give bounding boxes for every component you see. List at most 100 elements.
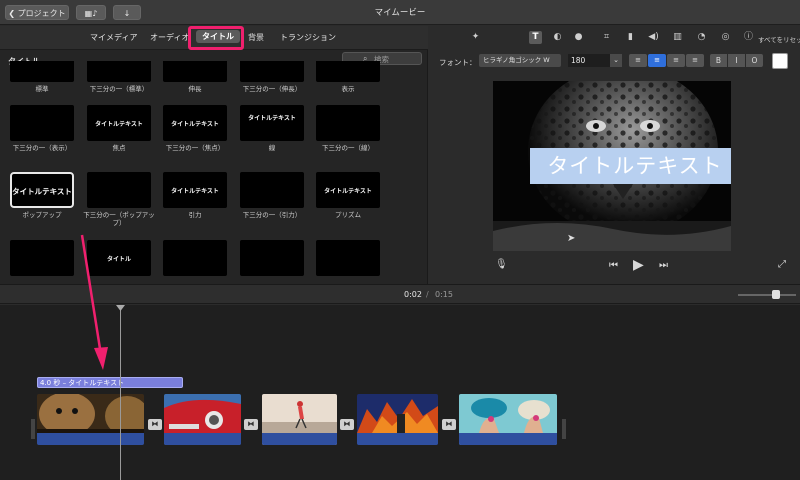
title-text-selection[interactable]: タイトルテキスト [530, 148, 731, 184]
play-icon[interactable]: ▶ [633, 257, 644, 273]
title-template-label: 引力 [188, 211, 202, 219]
title-template-thumbnail[interactable]: タイトルテキスト [163, 105, 227, 141]
font-dropdown[interactable]: ヒラギノ角ゴシック W [479, 54, 561, 67]
clip-audio-bar [459, 433, 557, 445]
skip-back-icon[interactable]: ⏮ [609, 260, 618, 271]
title-template-label: 下三分の一（ポップアップ） [83, 211, 155, 227]
title-template-thumbnail[interactable] [10, 61, 74, 82]
zoom-slider-track[interactable] [738, 294, 796, 296]
title-template-label: 下三分の一（焦点） [165, 144, 225, 152]
clip-audio-bar [37, 433, 144, 445]
title-template-thumbnail[interactable] [163, 240, 227, 276]
font-label: フォント： [439, 58, 477, 67]
top-toolbar: ❮ プロジェクト ▦♪ ↓ マイムービー [0, 0, 800, 25]
text-color-swatch[interactable] [772, 53, 788, 69]
adjustment-toolbar: ✦ T ◐ ● ⌗ ▮ ◀) ▥ ◔ ◎ ⓘ すべてをリセット [429, 26, 800, 50]
font-size-stepper[interactable]: ⌄ [610, 54, 622, 67]
timeline[interactable]: 4.0 秒 – タイトルテキスト ⧓ ⧓ ⧓ ⧓ [0, 305, 800, 480]
title-template-thumbnail[interactable]: タイトルテキスト [10, 172, 74, 208]
tab-backgrounds[interactable]: 背景 [248, 32, 264, 43]
viewer-pane: ✦ T ◐ ● ⌗ ▮ ◀) ▥ ◔ ◎ ⓘ すべてをリセット フォント： ヒラ… [429, 26, 800, 284]
title-template-label: 下三分の一（線） [322, 144, 374, 152]
transition-icon[interactable]: ⧓ [340, 419, 354, 430]
title-template-thumbnail[interactable] [10, 105, 74, 141]
thumbnail-title-text: タイトルテキスト [171, 188, 219, 195]
volume-icon[interactable]: ◀) [647, 31, 660, 44]
transition-icon[interactable]: ⧓ [244, 419, 258, 430]
video-clip-red-car[interactable] [164, 394, 241, 445]
speed-icon[interactable]: ◔ [695, 31, 708, 44]
filter-icon[interactable]: ◎ [719, 31, 732, 44]
outline-button[interactable]: O [746, 54, 763, 67]
zoom-slider-knob[interactable] [772, 290, 780, 299]
stabilization-icon[interactable]: ▮ [624, 31, 637, 44]
title-template-thumbnail[interactable]: タイトル [87, 240, 151, 276]
font-size-field[interactable]: 180 [568, 54, 610, 67]
title-template-thumbnail[interactable] [316, 105, 380, 141]
title-template-thumbnail[interactable] [316, 240, 380, 276]
total-duration: 0:15 [435, 290, 453, 299]
video-clip-hands-paint[interactable] [459, 394, 557, 445]
title-template-label: ポップアップ [22, 211, 62, 219]
tab-audio[interactable]: オーディオ [150, 32, 189, 43]
skip-forward-icon[interactable]: ⏭ [659, 260, 668, 271]
media-tabs-bar: マイメディア オーディオ タイトル 背景 トランジション [0, 26, 428, 50]
title-template-label: 焦点 [112, 144, 126, 152]
color-balance-icon[interactable]: ◐ [551, 31, 564, 44]
title-template-thumbnail[interactable] [316, 61, 380, 82]
title-template-thumbnail[interactable] [87, 172, 151, 208]
video-clip-jaguar[interactable] [37, 394, 144, 445]
align-left-button[interactable]: ≡ [629, 54, 647, 67]
align-center-button[interactable]: ≡ [648, 54, 666, 67]
fullscreen-icon[interactable]: ⤢ [778, 259, 786, 270]
title-template-thumbnail[interactable] [240, 61, 304, 82]
title-clip-label: 4.0 秒 – タイトルテキスト [40, 379, 125, 387]
thumbnail-title-text: タイトル [106, 256, 131, 263]
title-template-label: 下三分の一（伸長） [242, 85, 302, 93]
title-clip[interactable]: 4.0 秒 – タイトルテキスト [37, 377, 183, 388]
reset-all-button[interactable]: すべてをリセット [758, 34, 800, 44]
annotation-highlight-box [188, 26, 244, 50]
video-clip-fire-city[interactable] [357, 394, 438, 445]
title-template-thumbnail[interactable]: タイトルテキスト [163, 172, 227, 208]
title-template-thumbnail[interactable]: タイトルテキスト [87, 105, 151, 141]
info-icon[interactable]: ⓘ [742, 31, 755, 44]
microphone-icon[interactable]: 🎙 [495, 259, 508, 270]
text-tool-icon[interactable]: T [529, 31, 542, 44]
playhead-handle[interactable] [116, 305, 125, 311]
tab-transitions[interactable]: トランジション [280, 32, 336, 43]
title-template-thumbnail[interactable] [240, 240, 304, 276]
title-text[interactable]: タイトルテキスト [530, 148, 731, 184]
equalizer-icon[interactable]: ▥ [671, 31, 684, 44]
title-template-thumbnail[interactable] [87, 61, 151, 82]
bold-button[interactable]: B [710, 54, 727, 67]
title-template-thumbnail[interactable] [240, 172, 304, 208]
title-template-thumbnail[interactable]: タイトルテキスト [316, 172, 380, 208]
italic-button[interactable]: I [728, 54, 745, 67]
title-template-thumbnail[interactable] [163, 61, 227, 82]
title-template-label: 標準 [35, 85, 49, 93]
timeline-end-handle[interactable] [562, 419, 566, 439]
align-right-button[interactable]: ≡ [667, 54, 685, 67]
tab-my-media[interactable]: マイメディア [90, 32, 137, 43]
title-template-thumbnail[interactable]: タイトルテキスト [240, 105, 304, 141]
thumbnail-title-text: タイトルテキスト [171, 121, 219, 128]
playhead[interactable] [120, 305, 121, 480]
video-viewer[interactable]: タイトルテキスト ➤ [493, 81, 731, 251]
title-template-label: プリズム [335, 211, 361, 219]
current-time: 0:02 [404, 290, 422, 299]
clip-audio-bar [357, 433, 438, 445]
title-template-label: 下三分の一（引力） [242, 211, 302, 219]
playback-controls: 🎙 ⏮ ▶ ⏭ ⤢ [429, 256, 800, 276]
clip-audio-bar [164, 433, 241, 445]
transition-icon[interactable]: ⧓ [148, 419, 162, 430]
color-correction-icon[interactable]: ● [572, 31, 585, 44]
transition-icon[interactable]: ⧓ [442, 419, 456, 430]
magic-wand-icon[interactable]: ✦ [469, 31, 482, 44]
timeline-start-handle[interactable] [31, 419, 35, 439]
title-template-thumbnail[interactable] [10, 240, 74, 276]
video-clip-runner[interactable] [262, 394, 337, 445]
align-justify-button[interactable]: ≡ [686, 54, 704, 67]
title-template-label: 下三分の一（標準） [89, 85, 149, 93]
crop-icon[interactable]: ⌗ [600, 31, 613, 44]
